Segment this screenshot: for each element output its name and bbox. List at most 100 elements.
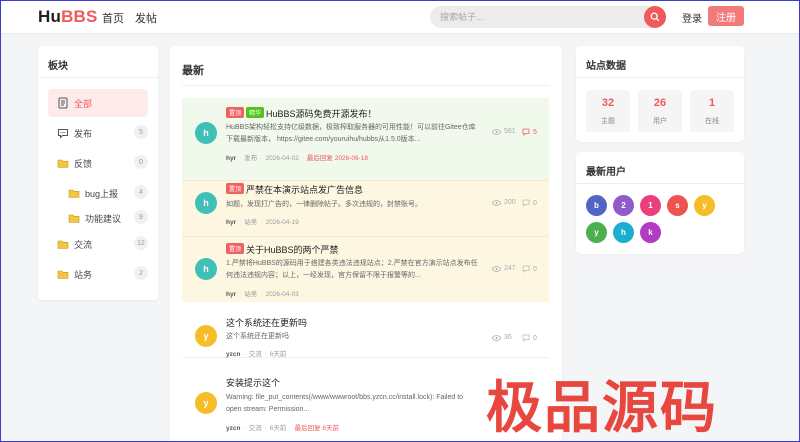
topic-meta: yzcn · 交流 · 6天前 · 最后回复 6天前: [226, 425, 340, 432]
sidebar-item-bug-report[interactable]: bug上报 4: [48, 179, 148, 207]
login-link[interactable]: 登录: [682, 10, 702, 25]
topic-meta: hyr · 站务 · 2026-04-19: [226, 219, 299, 226]
topic-board[interactable]: 发布: [244, 155, 257, 162]
sidebar-item-all[interactable]: 全部: [48, 89, 148, 117]
topic-title[interactable]: 这个系统还在更新吗: [226, 316, 307, 329]
site-logo[interactable]: HuBBS: [38, 7, 98, 27]
topic-author[interactable]: yzcn: [226, 351, 240, 358]
topic-title[interactable]: 置顶 精华 HuBBS源码免费开源发布！: [226, 107, 377, 120]
user-avatar[interactable]: s: [667, 195, 688, 216]
sidebar-item-count: 12: [134, 236, 148, 250]
sidebar-item-exchange[interactable]: 交流 12: [48, 230, 148, 258]
sidebar-title: 板块: [48, 61, 68, 72]
avatar[interactable]: y: [195, 325, 217, 347]
topic-summary: 这个系统还在更新吗: [226, 333, 289, 340]
sidebar-item-label: 站务: [74, 270, 93, 280]
folder-icon: [68, 189, 80, 198]
stat-users: 26 用户: [638, 90, 682, 132]
sidebar-item-label: 功能建议: [85, 214, 122, 224]
site-stats-card: 站点数据 32 主题 26 用户 1 在线: [576, 46, 744, 142]
avatar[interactable]: h: [195, 122, 217, 144]
sidebar-item-label: 交流: [74, 240, 93, 250]
avatar[interactable]: y: [195, 392, 217, 414]
sidebar-item-count: 0: [134, 155, 148, 169]
topic-summary: 如题，发现打广告的，一律删除帖子。多次违规的，封禁账号。: [226, 201, 422, 208]
avatar[interactable]: h: [195, 258, 217, 280]
sidebar-item-feature-suggest[interactable]: 功能建议 9: [48, 204, 148, 232]
stat-online: 1 在线: [690, 90, 734, 132]
topic-summary: HuBBS架构轻松支持亿级数据，极致榨取服务器的可用性能！可以前往Gitee仓库…: [226, 124, 476, 143]
nav-post-link[interactable]: 发帖: [135, 10, 157, 26]
topic-meta: hyr · 站务 · 2026-04-03: [226, 291, 299, 298]
sidebar-item-site-affairs[interactable]: 站务 2: [48, 260, 148, 288]
reply-count: 5: [522, 128, 537, 136]
topic-board[interactable]: 交流: [249, 351, 262, 358]
user-avatar[interactable]: k: [640, 222, 661, 243]
sidebar-item-label: 全部: [74, 99, 93, 109]
comment-icon: [522, 265, 530, 273]
user-avatar[interactable]: b: [586, 195, 607, 216]
top-header: HuBBS 首页 发帖 登录 注册: [0, 0, 800, 34]
tag-pinned: 置顶: [226, 243, 245, 254]
eye-icon: [492, 265, 501, 272]
topic-author[interactable]: yzcn: [226, 425, 240, 432]
user-avatar[interactable]: 1: [640, 195, 661, 216]
topic-row[interactable]: h 置顶 严禁在本演示站点发广告信息 如题，发现打广告的，一律删除帖子。多次违规的…: [182, 180, 549, 236]
register-button[interactable]: 注册: [708, 6, 744, 26]
comment-icon: [522, 128, 530, 136]
topic-board[interactable]: 站务: [244, 291, 257, 298]
topic-author[interactable]: hyr: [226, 219, 236, 226]
view-count: 247: [492, 265, 516, 272]
folder-icon: [57, 240, 69, 249]
search-input[interactable]: [440, 6, 630, 28]
user-avatar[interactable]: y: [694, 195, 715, 216]
eye-icon: [492, 128, 501, 135]
user-avatar[interactable]: 2: [613, 195, 634, 216]
reply-count: 0: [522, 334, 537, 342]
user-avatar[interactable]: h: [613, 222, 634, 243]
topic-author[interactable]: hyr: [226, 291, 236, 298]
folder-icon: [68, 214, 80, 223]
topic-row[interactable]: h 置顶 精华 HuBBS源码免费开源发布！ HuBBS架构轻松支持亿级数据，极致榨…: [182, 98, 549, 180]
watermark-text: 极品源码: [486, 376, 718, 441]
topic-meta: hyr · 发布 · 2026-04-02 · 最后回复 2026-06-18: [226, 155, 368, 162]
document-icon: [58, 97, 68, 109]
topic-board[interactable]: 站务: [244, 219, 257, 226]
search-button[interactable]: [644, 6, 666, 28]
user-avatar[interactable]: y: [586, 222, 607, 243]
sidebar-item-label: 反馈: [74, 159, 93, 169]
reply-count: 0: [522, 199, 537, 207]
comment-icon: [522, 334, 530, 342]
topic-title[interactable]: 置顶 关于HuBBS的两个严禁: [226, 243, 339, 256]
topic-row[interactable]: h 置顶 关于HuBBS的两个严禁 1.严禁将HuBBS的源码用于搭建各类违法违规…: [182, 236, 549, 302]
reply-count: 0: [522, 265, 537, 273]
topic-author[interactable]: hyr: [226, 155, 236, 162]
avatar[interactable]: h: [195, 192, 217, 214]
tag-pinned: 置顶: [226, 107, 245, 118]
eye-icon: [492, 334, 501, 341]
comment-icon: [522, 199, 530, 207]
topic-row[interactable]: y 这个系统还在更新吗 这个系统还在更新吗 yzcn · 交流 · 6天前 36 0: [182, 304, 549, 358]
board-sidebar: 板块 全部 发布 5 反馈 0 bug上报 4 功能建议 9 交流 12 站务 …: [38, 46, 158, 300]
topic-meta: yzcn · 交流 · 6天前: [226, 351, 287, 358]
main-title: 最新: [182, 65, 204, 77]
tag-featured: 精华: [246, 107, 265, 118]
search-icon: [650, 12, 660, 22]
topic-title[interactable]: 置顶 严禁在本演示站点发广告信息: [226, 183, 363, 196]
folder-icon: [57, 159, 69, 168]
sidebar-item-publish[interactable]: 发布 5: [48, 119, 148, 147]
topic-summary: Warning: file_put_contents(/www/wwwroot/…: [226, 394, 464, 413]
topic-title[interactable]: 安装提示这个: [226, 376, 280, 389]
sidebar-item-feedback[interactable]: 反馈 0: [48, 149, 148, 177]
stat-topics: 32 主题: [586, 90, 630, 132]
topic-board[interactable]: 交流: [249, 425, 262, 432]
view-count: 561: [492, 128, 516, 135]
search-bar: [430, 6, 666, 28]
chat-icon: [58, 129, 68, 139]
nav-home-link[interactable]: 首页: [102, 10, 124, 26]
folder-icon: [57, 270, 69, 279]
sidebar-item-count: 9: [134, 210, 148, 224]
new-users-card: 最新用户 b 2 1 s y y h k: [576, 152, 744, 254]
sidebar-item-count: 5: [134, 125, 148, 139]
view-count: 36: [492, 334, 512, 341]
